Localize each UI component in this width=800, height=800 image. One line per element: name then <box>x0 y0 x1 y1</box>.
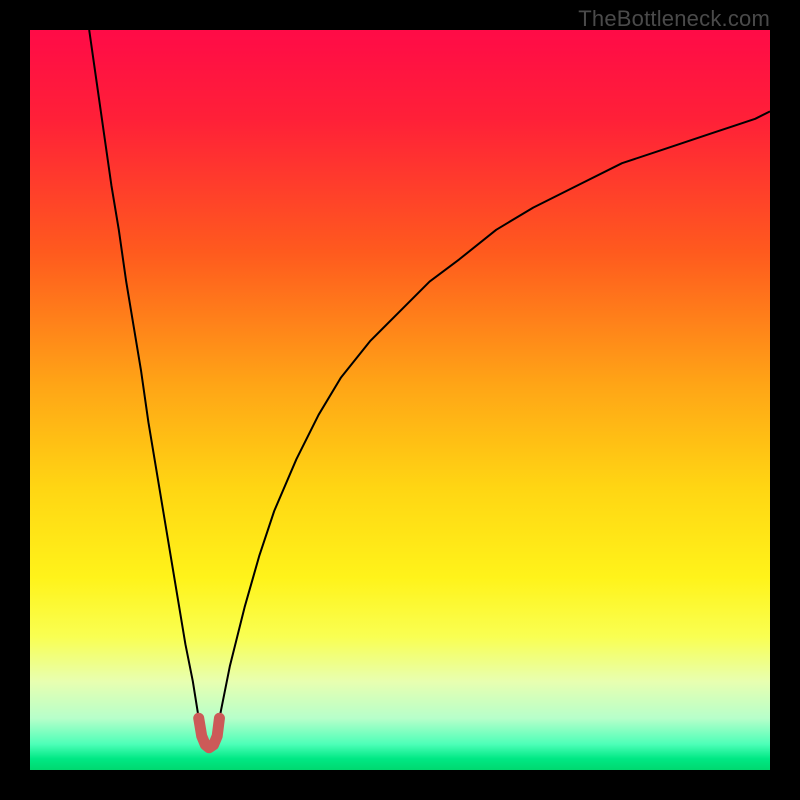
watermark-text: TheBottleneck.com <box>578 6 770 32</box>
gradient-background <box>30 30 770 770</box>
bottleneck-curve-chart <box>30 30 770 770</box>
plot-area <box>30 30 770 770</box>
chart-frame: TheBottleneck.com <box>0 0 800 800</box>
